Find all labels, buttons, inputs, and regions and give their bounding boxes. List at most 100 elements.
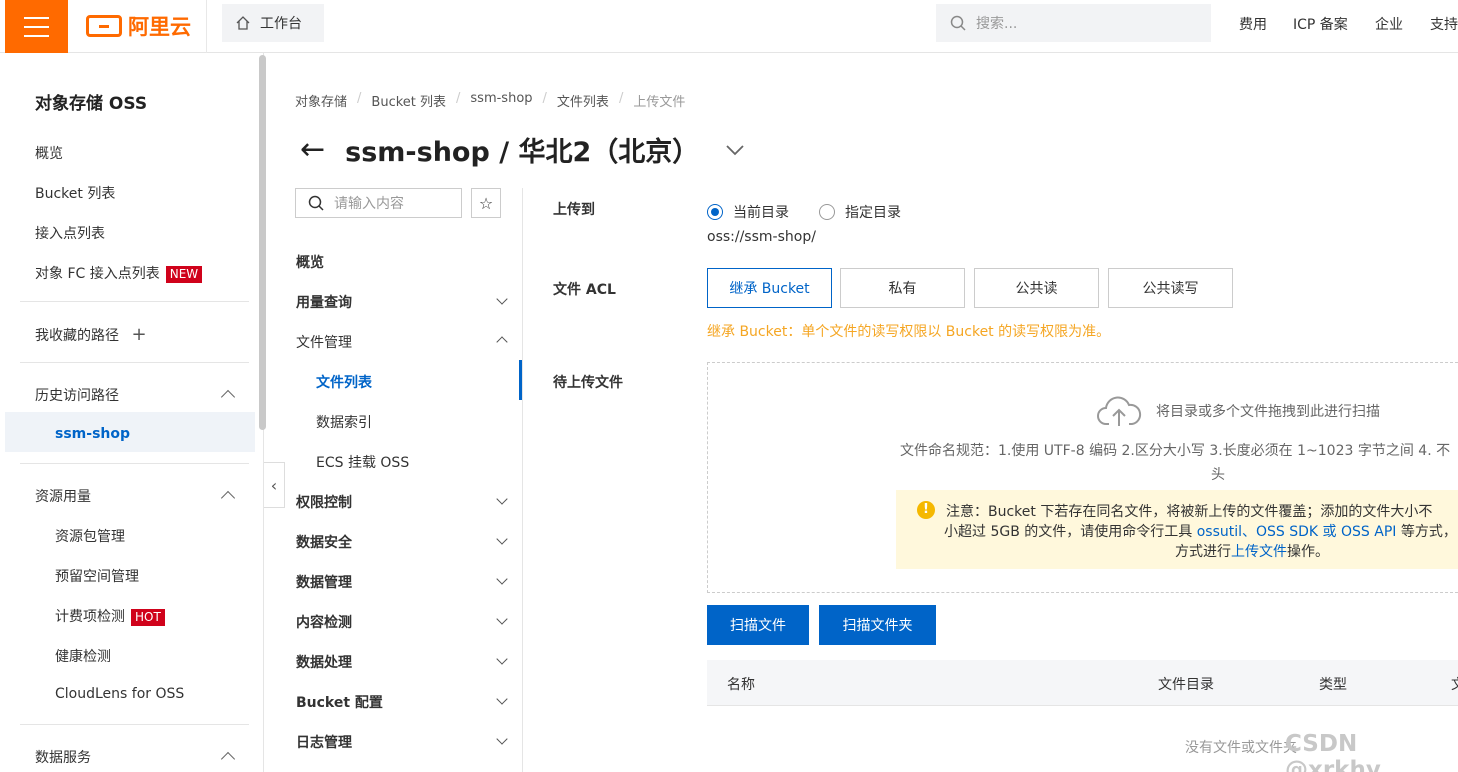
divider: [206, 0, 207, 53]
chevron-down-icon[interactable]: [496, 653, 508, 665]
logo-text: 阿里云: [128, 15, 191, 39]
sidebar-section-history[interactable]: 历史访问路径: [35, 385, 119, 405]
radio-unchecked[interactable]: [819, 204, 835, 220]
collapse-sidebar-button[interactable]: ‹: [264, 462, 285, 508]
aliyun-logo[interactable]: 阿里云: [86, 11, 191, 41]
acl-public-read-button[interactable]: 公共读: [974, 268, 1099, 308]
divider: [20, 463, 249, 464]
notice-line3: 方式进行上传文件操作。: [1175, 541, 1329, 561]
chevron-down-icon[interactable]: [496, 693, 508, 705]
column-truncated: 文: [1451, 674, 1458, 694]
home-icon: [236, 16, 250, 30]
subnav-permission[interactable]: 权限控制: [296, 492, 352, 512]
acl-private-button[interactable]: 私有: [840, 268, 965, 308]
file-drop-zone[interactable]: 将目录或多个文件拖拽到此进行扫描 文件命名规范：1.使用 UTF-8 编码 2.…: [707, 362, 1458, 593]
subnav-file-management[interactable]: 文件管理: [296, 332, 352, 352]
sidebar-item-billing-check[interactable]: 计费项检测 HOT: [55, 606, 165, 626]
drop-text: 将目录或多个文件拖拽到此进行扫描: [1156, 404, 1380, 420]
global-search-input[interactable]: 搜索...: [936, 4, 1211, 42]
breadcrumb-bucket[interactable]: ssm-shop: [470, 91, 532, 110]
subnav-usage[interactable]: 用量查询: [296, 292, 352, 312]
chevron-down-icon[interactable]: [496, 493, 508, 505]
search-placeholder: 搜索...: [976, 16, 1018, 32]
chevron-down-icon[interactable]: [496, 533, 508, 545]
subnav-overview[interactable]: 概览: [296, 252, 324, 272]
column-name: 名称: [727, 677, 755, 693]
sidebar-item-resource-pack[interactable]: 资源包管理: [55, 526, 125, 546]
sidebar-item-favorites[interactable]: 我收藏的路径 +: [35, 324, 147, 345]
add-icon[interactable]: +: [131, 324, 146, 345]
radio-current-dir[interactable]: 当前目录: [707, 202, 789, 222]
acl-public-read-write-button[interactable]: 公共读写: [1108, 268, 1233, 308]
link-oss-api[interactable]: OSS API: [1341, 524, 1396, 540]
sidebar-item-reserved-space[interactable]: 预留空间管理: [55, 566, 139, 586]
drop-hint: 将目录或多个文件拖拽到此进行扫描: [1096, 394, 1380, 428]
sidebar-item-access-points[interactable]: 接入点列表: [35, 223, 105, 243]
radio-checked[interactable]: [707, 204, 723, 220]
nav-icp[interactable]: ICP 备案: [1293, 14, 1348, 34]
region-chevron-down-icon[interactable]: [725, 144, 745, 156]
scan-folder-button[interactable]: 扫描文件夹: [819, 605, 936, 645]
sidebar-item-fc-access-points[interactable]: 对象 FC 接入点列表 NEW: [35, 263, 203, 283]
chevron-up-icon[interactable]: [496, 336, 508, 348]
back-arrow-icon[interactable]: ←: [300, 132, 325, 167]
chevron-down-icon[interactable]: [496, 733, 508, 745]
breadcrumb-oss[interactable]: 对象存储: [295, 91, 347, 110]
nav-support[interactable]: 支持: [1430, 14, 1458, 34]
naming-rule: 文件命名规范：1.使用 UTF-8 编码 2.区分大小写 3.长度必须在 1~1…: [900, 443, 1451, 459]
upload-to-label: 上传到: [553, 202, 595, 218]
search-icon: [308, 195, 324, 211]
chevron-down-icon[interactable]: [496, 613, 508, 625]
file-table-header: 名称 文件目录 类型 文: [707, 660, 1458, 706]
link-upload-file[interactable]: 上传文件: [1231, 544, 1287, 560]
subnav-bucket-config[interactable]: Bucket 配置: [296, 692, 383, 712]
breadcrumb-bucket-list[interactable]: Bucket 列表: [371, 91, 446, 110]
scan-file-button[interactable]: 扫描文件: [707, 605, 809, 645]
sidebar-section-data-service[interactable]: 数据服务: [35, 747, 91, 767]
link-ossutil[interactable]: ossutil: [1197, 524, 1242, 540]
column-directory: 文件目录: [1158, 677, 1214, 693]
sidebar-item-overview[interactable]: 概览: [35, 143, 63, 163]
subnav-file-list[interactable]: 文件列表: [316, 372, 372, 392]
chevron-down-icon[interactable]: [496, 293, 508, 305]
sidebar-item-cloudlens[interactable]: CloudLens for OSS: [55, 686, 184, 702]
nav-enterprise[interactable]: 企业: [1375, 14, 1403, 34]
notice-text: 小超过 5GB 的文件，请使用命令行工具: [944, 524, 1197, 540]
nav-billing[interactable]: 费用: [1239, 14, 1267, 34]
sidebar-item-health-check[interactable]: 健康检测: [55, 646, 111, 666]
subnav-data-processing[interactable]: 数据处理: [296, 652, 352, 672]
notice-or: 或: [1318, 524, 1342, 540]
pending-files-label: 待上传文件: [553, 375, 623, 391]
radio-current-label: 当前目录: [733, 205, 789, 221]
sidebar: 对象存储 OSS 概览 Bucket 列表 接入点列表 对象 FC 接入点列表 N…: [5, 53, 266, 772]
chevron-up-icon[interactable]: [220, 490, 236, 506]
subnav-data-management[interactable]: 数据管理: [296, 572, 352, 592]
page-title: ssm-shop / 华北2（北京）: [345, 137, 700, 168]
acl-inherit-button[interactable]: 继承 Bucket: [707, 268, 832, 308]
chevron-up-icon[interactable]: [220, 389, 236, 405]
workbench-button[interactable]: 工作台: [222, 4, 324, 42]
notice-line2: 小超过 5GB 的文件，请使用命令行工具 ossutil、OSS SDK 或 O…: [944, 521, 1457, 541]
divider: [20, 362, 249, 363]
notice-text: 等方式，: [1396, 524, 1457, 540]
search-icon: [950, 15, 966, 31]
breadcrumb-upload: 上传文件: [633, 95, 686, 110]
subnav-data-index[interactable]: 数据索引: [316, 412, 372, 432]
sidebar-scrollbar[interactable]: [259, 55, 266, 430]
subnav-data-security[interactable]: 数据安全: [296, 532, 352, 552]
subnav-ecs-mount[interactable]: ECS 挂载 OSS: [316, 452, 409, 472]
subnav-log-management[interactable]: 日志管理: [296, 732, 352, 752]
notice-text: 方式进行: [1175, 544, 1231, 560]
chevron-down-icon[interactable]: [496, 573, 508, 585]
sidebar-item-ssm-shop[interactable]: ssm-shop: [55, 426, 130, 442]
sidebar-item-bucket-list[interactable]: Bucket 列表: [35, 183, 115, 203]
menu-search-input[interactable]: 请输入内容: [295, 188, 462, 218]
subnav-content-check[interactable]: 内容检测: [296, 612, 352, 632]
breadcrumb-file-list[interactable]: 文件列表: [557, 91, 609, 110]
menu-icon[interactable]: [5, 0, 68, 53]
star-icon[interactable]: ☆: [471, 188, 501, 218]
sidebar-section-resource[interactable]: 资源用量: [35, 486, 91, 506]
link-oss-sdk[interactable]: OSS SDK: [1256, 524, 1318, 540]
chevron-up-icon[interactable]: [220, 751, 236, 767]
radio-specified-dir[interactable]: 指定目录: [819, 202, 901, 222]
